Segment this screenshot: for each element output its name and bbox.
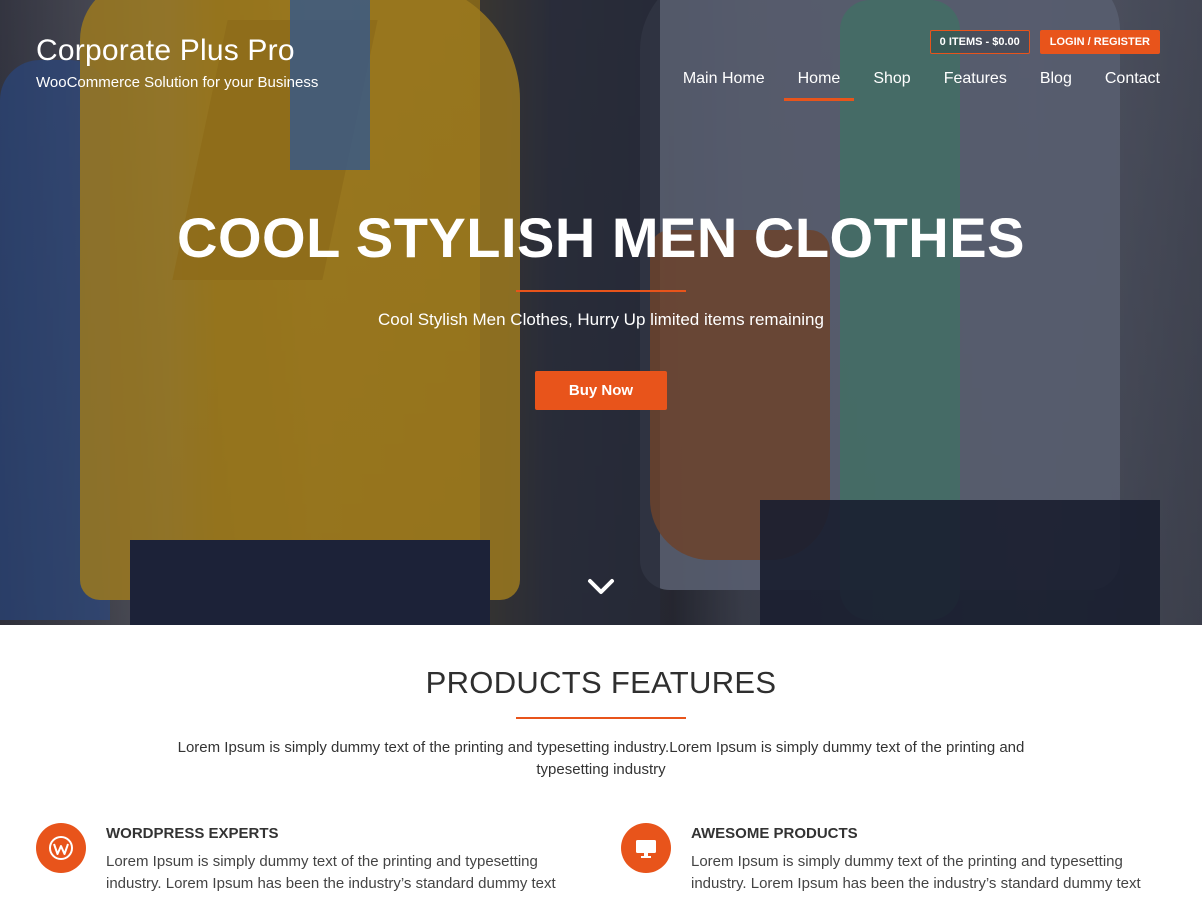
site-branding: Corporate Plus Pro WooCommerce Solution … [36, 34, 318, 91]
nav-item-features[interactable]: Features [944, 70, 1007, 101]
section-divider [516, 717, 686, 719]
main-navigation: Main Home Home Shop Features Blog Contac… [683, 70, 1160, 101]
feature-item: AWESOME PRODUCTS Lorem Ipsum is simply d… [621, 823, 1141, 895]
feature-item: WORDPRESS EXPERTS Lorem Ipsum is simply … [36, 823, 556, 895]
cart-button[interactable]: 0 ITEMS - $0.00 [929, 30, 1030, 54]
header-actions: 0 ITEMS - $0.00 LOGIN / REGISTER [929, 30, 1160, 54]
hero-content: COOL STYLISH MEN CLOTHES Cool Stylish Me… [0, 205, 1202, 410]
feature-title: WORDPRESS EXPERTS [106, 825, 279, 842]
hero-banner: Corporate Plus Pro WooCommerce Solution … [0, 0, 1202, 625]
section-title: PRODUCTS FEATURES [425, 665, 777, 700]
feature-body: WORDPRESS EXPERTS Lorem Ipsum is simply … [106, 823, 586, 895]
site-tagline: WooCommerce Solution for your Business [36, 74, 319, 91]
hero-subtitle: Cool Stylish Men Clothes, Hurry Up limit… [378, 310, 824, 329]
feature-text: Lorem Ipsum is simply dummy text of the … [691, 853, 1141, 892]
feature-text: Lorem Ipsum is simply dummy text of the … [106, 853, 556, 892]
site-title[interactable]: Corporate Plus Pro [36, 34, 318, 68]
wordpress-icon [36, 823, 86, 873]
feature-body: AWESOME PRODUCTS Lorem Ipsum is simply d… [691, 823, 1171, 895]
monitor-icon [621, 823, 671, 873]
section-description: Lorem Ipsum is simply dummy text of the … [177, 739, 1025, 778]
nav-item-blog[interactable]: Blog [1040, 70, 1072, 101]
nav-item-main-home[interactable]: Main Home [683, 70, 765, 101]
feature-title: AWESOME PRODUCTS [691, 825, 858, 842]
hero-divider [516, 290, 686, 292]
buy-now-button[interactable]: Buy Now [534, 371, 668, 410]
hero-title: COOL STYLISH MEN CLOTHES [177, 206, 1025, 269]
chevron-down-icon[interactable] [585, 570, 617, 602]
login-register-button[interactable]: LOGIN / REGISTER [1039, 30, 1160, 54]
nav-item-shop[interactable]: Shop [873, 70, 910, 101]
nav-item-contact[interactable]: Contact [1105, 70, 1160, 101]
products-features-section: PRODUCTS FEATURES Lorem Ipsum is simply … [0, 625, 1202, 900]
nav-item-home[interactable]: Home [783, 70, 854, 101]
